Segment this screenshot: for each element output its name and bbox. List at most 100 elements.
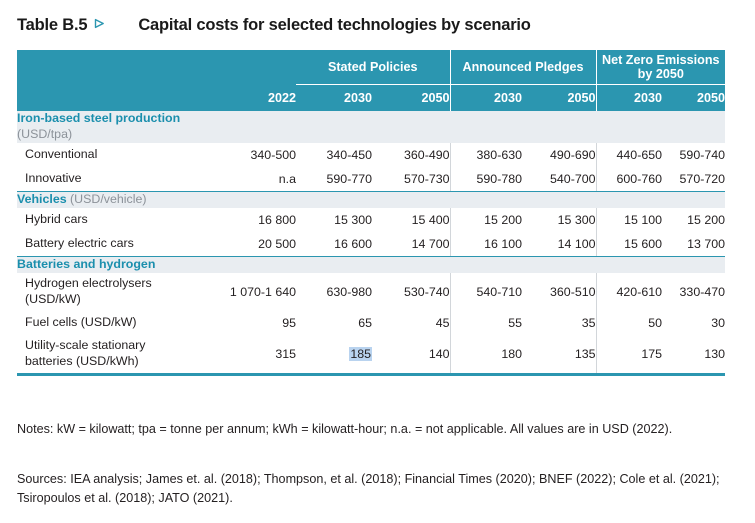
table-cell: 570-720 xyxy=(679,171,726,186)
table-cell: 15 200 xyxy=(687,212,726,227)
table-row: Battery electric cars 20 500 16 600 14 700 1… xyxy=(17,231,726,256)
table-cell: 380-630 xyxy=(449,142,522,167)
table-cell: 15 300 xyxy=(557,212,596,227)
table-cell: 95 xyxy=(282,315,296,330)
table-bottom-rule xyxy=(17,371,726,376)
table-cell: 30 xyxy=(711,315,726,330)
group-header-blank xyxy=(17,50,296,85)
table-cell: 185 xyxy=(296,335,372,373)
table-cell: 130 xyxy=(704,346,726,361)
capital-costs-table: Stated Policies Announced Pledges Net Ze… xyxy=(17,50,726,376)
table-header: Stated Policies Announced Pledges Net Ze… xyxy=(17,50,726,111)
table-row: Hydrogen electrolysers (USD/kW) 1 070-1 64… xyxy=(17,272,726,311)
table-cell: 15 600 xyxy=(595,231,662,256)
table-cell: 50 xyxy=(595,310,662,335)
year-header-nze-2050: 2050 xyxy=(662,84,726,111)
table-cell: 340-500 xyxy=(250,147,296,162)
table-cell: 14 700 xyxy=(411,236,450,251)
table-cell: n.a xyxy=(278,171,296,186)
table-cell: 315 xyxy=(275,346,296,361)
table-cell: 330-470 xyxy=(679,284,726,299)
table-cell: 140 xyxy=(428,346,450,361)
table-cell: 600-760 xyxy=(595,166,662,191)
table-cell: 20 500 xyxy=(258,236,296,251)
group-header-stated-policies: Stated Policies xyxy=(296,50,450,85)
year-header-nze-2030: 2030 xyxy=(595,84,662,111)
table-cell: 530-740 xyxy=(404,284,450,299)
section-header-row: Vehicles (USD/vehicle) xyxy=(17,191,726,208)
table-cell: 135 xyxy=(574,346,596,361)
table-cell: 1 070-1 640 xyxy=(229,284,296,299)
table-cell: 15 300 xyxy=(334,212,372,227)
divider-cell xyxy=(17,371,726,376)
page-title: Capital costs for selected technologies … xyxy=(138,16,531,34)
table-row: Hybrid cars 16 800 15 300 15 400 15 200 15 30… xyxy=(17,207,726,232)
row-label: Utility-scale stationary batteries (USD/k… xyxy=(25,338,146,368)
table-row: Conventional 340-500 340-450 360-490 380-630… xyxy=(17,142,726,167)
table-page: Table B.5 Capital costs for selected tec… xyxy=(0,0,755,523)
table-cell: 35 xyxy=(581,315,596,330)
section-header-row: Iron-based steel production (USD/tpa) xyxy=(17,111,726,143)
table-row: Fuel cells (USD/kW) 95 65 45 55 35 50 30 xyxy=(17,310,726,335)
triangle-right-icon xyxy=(94,18,105,29)
table-cell: 360-490 xyxy=(404,147,450,162)
year-header-aps-2030: 2030 xyxy=(449,84,522,111)
table-row: Utility-scale stationary batteries (USD/k… xyxy=(17,334,726,373)
table-cell: 540-710 xyxy=(449,272,522,311)
table-cell: 590-780 xyxy=(449,166,522,191)
group-header-net-zero-emissions: Net Zero Emissions by 2050 xyxy=(595,50,726,85)
sources-paragraph: Sources: IEA analysis; James et. al. (20… xyxy=(17,472,720,506)
table-cell: 540-700 xyxy=(550,171,596,186)
table-number-label: Table B.5 xyxy=(17,16,88,34)
section-header-cell: Iron-based steel production (USD/tpa) xyxy=(17,111,726,143)
table-cell: 630-980 xyxy=(326,284,372,299)
table-cell: 16 600 xyxy=(334,236,372,251)
table-cell: 65 xyxy=(358,315,372,330)
capital-costs-table-wrap: Stated Policies Announced Pledges Net Ze… xyxy=(17,50,726,376)
table-cell: 590-770 xyxy=(326,171,372,186)
section-header-cell: Batteries and hydrogen xyxy=(17,256,726,273)
table-cell: 55 xyxy=(449,310,522,335)
row-label: Hybrid cars xyxy=(25,212,88,227)
row-label: Hydrogen electrolysers (USD/kW) xyxy=(25,276,152,306)
table-cell: 13 700 xyxy=(687,236,726,251)
year-header-2022: 2022 xyxy=(212,84,296,111)
year-header-aps-2050: 2050 xyxy=(522,84,596,111)
row-label: Fuel cells (USD/kW) xyxy=(25,314,137,329)
section-header-cell: Vehicles (USD/vehicle) xyxy=(17,191,726,208)
table-cell: 45 xyxy=(435,315,450,330)
group-header-announced-pledges: Announced Pledges xyxy=(449,50,596,85)
table-row: Innovative n.a 590-770 570-730 590-780 540-70… xyxy=(17,166,726,191)
table-cell: 340-450 xyxy=(326,147,372,162)
section-header-row: Batteries and hydrogen xyxy=(17,256,726,273)
table-cell: 360-510 xyxy=(550,284,596,299)
row-label: Innovative xyxy=(25,171,82,186)
section-unit: (USD/vehicle) xyxy=(66,191,147,206)
section-unit: (USD/tpa) xyxy=(17,126,73,141)
year-header-blank xyxy=(17,84,212,111)
year-header-sps-2030: 2030 xyxy=(296,84,372,111)
table-cell: 16 800 xyxy=(258,212,296,227)
table-cell: 590-740 xyxy=(679,147,726,162)
table-cell: 180 xyxy=(449,334,522,373)
notes-paragraph: Notes: kW = kilowatt; tpa = tonne per an… xyxy=(17,422,673,436)
table-cell: 570-730 xyxy=(404,171,450,186)
section-title: Iron-based steel production xyxy=(17,111,181,125)
table-body: Iron-based steel production (USD/tpa) Conv… xyxy=(17,111,726,376)
table-cell: 14 100 xyxy=(557,236,596,251)
table-cell: 16 100 xyxy=(449,231,522,256)
section-title: Vehicles xyxy=(17,191,67,206)
table-cell: 420-610 xyxy=(595,272,662,311)
year-header-row: 2022 2030 2050 2030 2050 2030 2050 xyxy=(17,84,726,111)
table-cell: 15 400 xyxy=(411,212,450,227)
table-cell: 15 100 xyxy=(595,207,662,232)
year-header-sps-2050: 2050 xyxy=(372,84,450,111)
table-cell: 440-650 xyxy=(595,142,662,167)
table-cell: 490-690 xyxy=(550,147,596,162)
row-label: Battery electric cars xyxy=(25,236,134,251)
table-cell: 175 xyxy=(595,334,662,373)
table-cell: 15 200 xyxy=(449,207,522,232)
section-title: Batteries and hydrogen xyxy=(17,256,156,271)
selected-cell-value[interactable]: 185 xyxy=(349,346,372,361)
row-label: Conventional xyxy=(25,147,98,162)
